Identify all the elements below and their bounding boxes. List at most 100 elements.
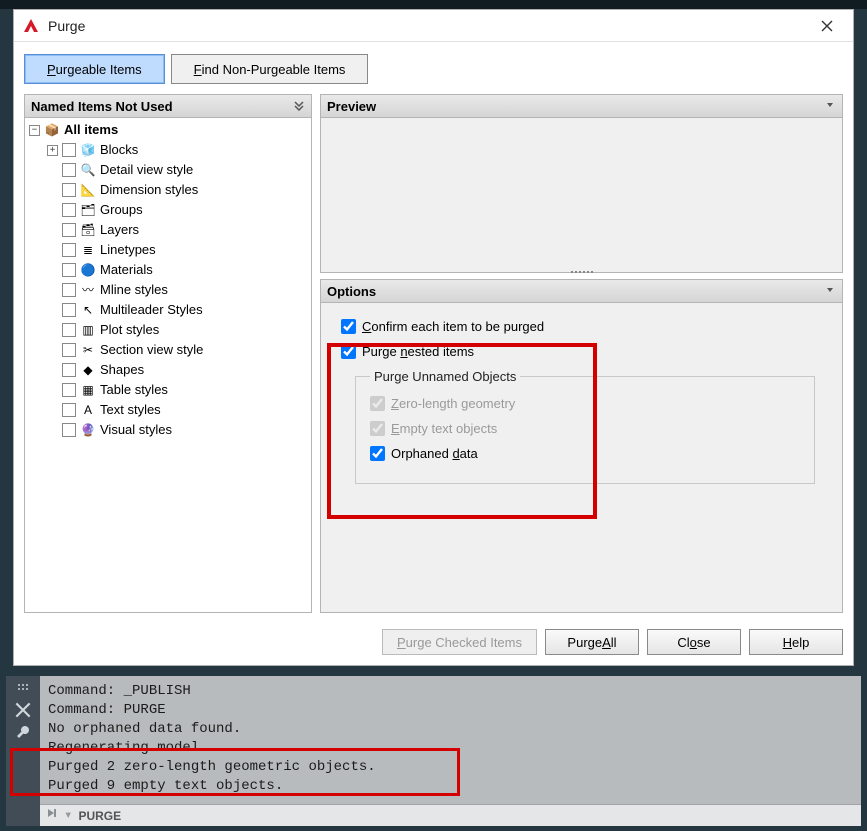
tree-item[interactable]: 〰Mline styles [47, 280, 311, 300]
drag-handle-icon[interactable] [15, 680, 31, 696]
tree-item-label[interactable]: Dimension styles [100, 180, 198, 200]
dialog-buttons: Purge Checked Items Purge All Close Help [14, 623, 853, 665]
command-gutter [6, 676, 40, 826]
tree-checkbox[interactable] [62, 283, 76, 297]
text-icon: A [80, 402, 96, 418]
options-panel: Options Confirm each item to be purged P… [320, 279, 843, 613]
mline-icon: 〰 [80, 282, 96, 298]
tree-item[interactable]: + 🧊Blocks [47, 140, 311, 160]
dialog-title: Purge [48, 18, 807, 34]
wrench-icon[interactable] [15, 724, 31, 740]
preview-area [320, 118, 843, 273]
tree-checkbox[interactable] [62, 323, 76, 337]
tab-row: Purgeable Items Find Non-Purgeable Items [14, 42, 853, 94]
tab-find-non-purgeable[interactable]: Find Non-Purgeable Items [171, 54, 369, 84]
titlebar: Purge [14, 10, 853, 42]
options-header[interactable]: Options [320, 279, 843, 303]
tree-item[interactable]: 🗂Groups [47, 200, 311, 220]
close-button[interactable]: Close [647, 629, 741, 655]
tree-checkbox[interactable] [62, 223, 76, 237]
tree-checkbox[interactable] [62, 303, 76, 317]
command-log[interactable]: Command: _PUBLISH Command: PURGE No orph… [40, 676, 861, 804]
tree-item[interactable]: 🔵Materials [47, 260, 311, 280]
tree-item[interactable]: 🔮Visual styles [47, 420, 311, 440]
tree-item-label[interactable]: Detail view style [100, 160, 193, 180]
tree-item[interactable]: ≣Linetypes [47, 240, 311, 260]
command-panel: Command: _PUBLISH Command: PURGE No orph… [6, 676, 861, 826]
tree-item[interactable]: ▦Table styles [47, 380, 311, 400]
shapes-icon: ◆ [80, 362, 96, 378]
item-tree[interactable]: −📦All items+🧊Blocks🔍Detail view style📐Di… [25, 120, 311, 440]
tree-item[interactable]: 📐Dimension styles [47, 180, 311, 200]
tree-item[interactable]: ◆Shapes [47, 360, 311, 380]
tree-item[interactable]: ✂Section view style [47, 340, 311, 360]
tree-item[interactable]: 🔍Detail view style [47, 160, 311, 180]
tree-item-label[interactable]: Blocks [100, 140, 138, 160]
tree-item-label[interactable]: Table styles [100, 380, 168, 400]
chevron-down-icon[interactable] [293, 99, 305, 114]
app-icon [22, 17, 40, 35]
checkbox-confirm[interactable]: Confirm each item to be purged [341, 319, 822, 334]
dimension-icon: 📐 [80, 182, 96, 198]
tree-item-label[interactable]: Multileader Styles [100, 300, 203, 320]
layers-icon: 🗃 [80, 222, 96, 238]
close-icon[interactable] [807, 11, 847, 41]
tree-item-label[interactable]: Text styles [100, 400, 161, 420]
tree-checkbox[interactable] [62, 243, 76, 257]
tree-item-label[interactable]: Visual styles [100, 420, 172, 440]
tree-item[interactable]: ▥Plot styles [47, 320, 311, 340]
tree-checkbox[interactable] [62, 383, 76, 397]
linetypes-icon: ≣ [80, 242, 96, 258]
resize-grip[interactable] [562, 268, 602, 276]
tree-item-label[interactable]: Section view style [100, 340, 203, 360]
tree-checkbox[interactable] [62, 343, 76, 357]
tree-checkbox[interactable] [62, 183, 76, 197]
tree-item[interactable]: AText styles [47, 400, 311, 420]
command-input[interactable]: ▾ PURGE [40, 804, 861, 826]
tree-checkbox[interactable] [62, 143, 76, 157]
tree-item[interactable]: ↖Multileader Styles [47, 300, 311, 320]
tree-checkbox[interactable] [62, 263, 76, 277]
purge-dialog: Purge Purgeable Items Find Non-Purgeable… [13, 9, 854, 666]
tree-checkbox[interactable] [62, 203, 76, 217]
section-icon: ✂ [80, 342, 96, 358]
tree-checkbox[interactable] [62, 163, 76, 177]
tree-checkbox[interactable] [62, 403, 76, 417]
command-caret-icon [46, 807, 58, 824]
tree-item-label[interactable]: Groups [100, 200, 143, 220]
all-items-icon: 📦 [44, 122, 60, 138]
preview-header[interactable]: Preview [320, 94, 843, 118]
checkbox-nested[interactable]: Purge nested items [341, 344, 822, 359]
tree-checkbox[interactable] [62, 363, 76, 377]
close-panel-icon[interactable] [15, 702, 31, 718]
purge-unnamed-group: Purge Unnamed Objects Zero-length geomet… [355, 369, 815, 484]
command-prompt: PURGE [78, 809, 121, 823]
collapse-icon[interactable] [824, 99, 836, 114]
expand-toggle[interactable]: − [29, 125, 40, 136]
purge-all-button[interactable]: Purge All [545, 629, 639, 655]
tree-item-label[interactable]: Mline styles [100, 280, 168, 300]
tree-item-label[interactable]: Shapes [100, 360, 144, 380]
tab-purgeable-items[interactable]: Purgeable Items [24, 54, 165, 84]
tree-item-label[interactable]: Plot styles [100, 320, 159, 340]
tree-item-label[interactable]: Materials [100, 260, 153, 280]
group-legend: Purge Unnamed Objects [370, 369, 520, 384]
checkbox-empty-text: Empty text objects [370, 421, 800, 436]
tree-root-label[interactable]: All items [64, 120, 118, 140]
expand-toggle[interactable]: + [47, 145, 58, 156]
tree-item[interactable]: 🗃Layers [47, 220, 311, 240]
help-button[interactable]: Help [749, 629, 843, 655]
plot-icon: ▥ [80, 322, 96, 338]
tree-checkbox[interactable] [62, 423, 76, 437]
collapse-icon[interactable] [824, 284, 836, 299]
named-items-header[interactable]: Named Items Not Used [24, 94, 312, 118]
block-icon: 🧊 [80, 142, 96, 158]
table-icon: ▦ [80, 382, 96, 398]
preview-panel: Preview [320, 94, 843, 273]
tree-item-label[interactable]: Linetypes [100, 240, 156, 260]
checkbox-zero-length: Zero-length geometry [370, 396, 800, 411]
checkbox-orphaned-data[interactable]: Orphaned data [370, 446, 800, 461]
dropdown-icon[interactable]: ▾ [64, 807, 72, 824]
tree-item-label[interactable]: Layers [100, 220, 139, 240]
groups-icon: 🗂 [80, 202, 96, 218]
